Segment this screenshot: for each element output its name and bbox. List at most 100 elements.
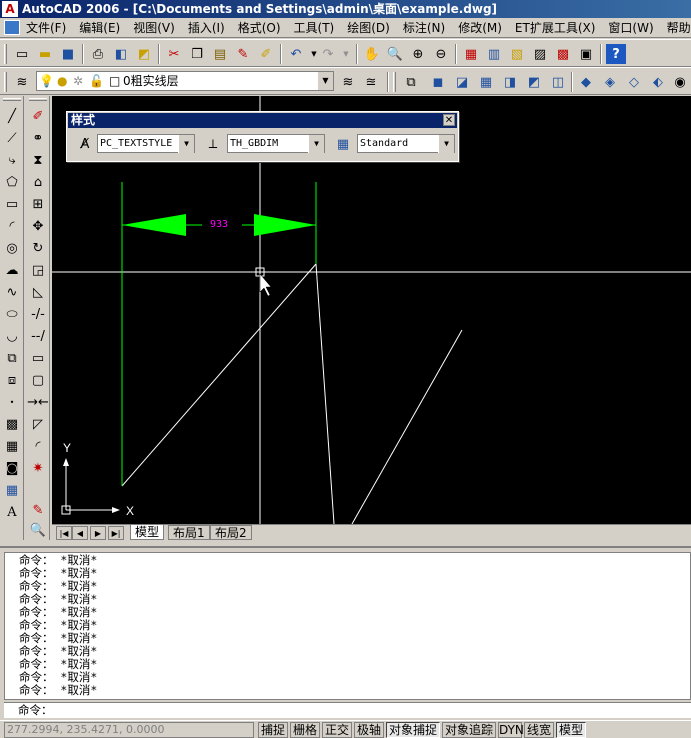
top-view-icon[interactable]: ◼ [428, 72, 448, 92]
print-icon[interactable]: ⎙ [88, 44, 108, 64]
match-properties-icon[interactable]: ✎ [233, 44, 253, 64]
scale-icon[interactable]: ◲ [28, 260, 48, 280]
copy-icon[interactable]: ❐ [187, 44, 207, 64]
break-at-point-icon[interactable]: ▭ [28, 348, 48, 368]
nw-isometric-icon[interactable]: ⬖ [648, 72, 668, 92]
arc-icon[interactable]: ◜ [2, 216, 22, 236]
dyn-toggle[interactable]: DYN [498, 722, 524, 738]
grid-toggle[interactable]: 栅格 [290, 722, 320, 738]
open-file-icon[interactable]: ▬ [35, 44, 55, 64]
menu-dimension[interactable]: 标注(N) [403, 18, 445, 38]
prev-tab-icon[interactable]: ◀ [72, 526, 88, 540]
dimension-text[interactable]: 933 [210, 219, 228, 230]
menu-insert[interactable]: 插入(I) [188, 18, 225, 38]
model-toggle[interactable]: 模型 [556, 722, 586, 738]
text-style-icon[interactable]: A̸ [75, 134, 95, 154]
chevron-down-icon[interactable]: ▼ [178, 135, 194, 153]
trim-icon[interactable]: -/- [28, 304, 48, 324]
make-object-layer-current-icon[interactable]: ≋ [338, 72, 358, 92]
menu-window[interactable]: 窗口(W) [608, 18, 653, 38]
osnap-toggle[interactable]: 对象捕捉 [386, 722, 440, 738]
toolbar-grip[interactable] [4, 72, 7, 92]
move-icon[interactable]: ✥ [28, 216, 48, 236]
spline-icon[interactable]: ∿ [2, 282, 22, 302]
calculator-icon[interactable]: ▣ [576, 44, 596, 64]
new-file-icon[interactable]: ▭ [12, 44, 32, 64]
array-icon[interactable]: ⊞ [28, 194, 48, 214]
circle-icon[interactable]: ◎ [2, 238, 22, 258]
block-editor-icon[interactable]: ✐ [256, 44, 276, 64]
rectangle-icon[interactable]: ▭ [2, 194, 22, 214]
table-style-icon[interactable]: ▦ [333, 134, 353, 154]
help-icon[interactable]: ? [606, 44, 626, 64]
tool-palettes-icon[interactable]: ▧ [507, 44, 527, 64]
tab-layout1[interactable]: 布局1 [168, 525, 210, 540]
zoom-window-icon[interactable]: ⊕ [408, 44, 428, 64]
sheet-set-icon[interactable]: ▨ [530, 44, 550, 64]
chevron-down-icon[interactable]: ▼ [317, 72, 333, 90]
tab-model[interactable]: 模型 [130, 525, 165, 540]
menu-tools[interactable]: 工具(T) [294, 18, 335, 38]
drawing-line[interactable] [121, 263, 317, 487]
menu-view[interactable]: 视图(V) [133, 18, 175, 38]
menu-modify[interactable]: 修改(M) [458, 18, 502, 38]
snap-toggle[interactable]: 捕捉 [258, 722, 288, 738]
mirror-icon[interactable]: ⧗ [28, 150, 48, 170]
menu-edit[interactable]: 编辑(E) [79, 18, 120, 38]
zoom-realtime-icon[interactable]: 🔍 [385, 44, 405, 64]
stretch-icon[interactable]: ◺ [28, 282, 48, 302]
menu-draw[interactable]: 绘图(D) [347, 18, 390, 38]
insert-block-icon[interactable]: ⧉ [2, 348, 22, 368]
back-view-icon[interactable]: ◫ [548, 72, 568, 92]
coordinate-display[interactable]: 277.2994, 235.4271, 0.0000 [4, 722, 254, 738]
region-icon[interactable]: ◙ [2, 458, 22, 478]
markup-icon[interactable]: ▩ [553, 44, 573, 64]
table-style-select[interactable]: Standard ▼ [357, 134, 455, 153]
toolbar-grip[interactable] [29, 98, 47, 101]
tab-layout2[interactable]: 布局2 [210, 525, 252, 540]
chevron-down-icon[interactable]: ▼ [308, 135, 324, 153]
design-center-icon[interactable]: ▥ [484, 44, 504, 64]
extend-icon[interactable]: --/ [28, 326, 48, 346]
last-tab-icon[interactable]: ▶| [108, 526, 124, 540]
command-input[interactable]: 命令： [4, 702, 691, 718]
dim-style-select[interactable]: TH_GBDIM ▼ [227, 134, 325, 153]
camera-icon[interactable]: ◉ [670, 72, 690, 92]
layer-manager-icon[interactable]: ≋ [12, 72, 32, 92]
next-tab-icon[interactable]: ▶ [90, 526, 106, 540]
join-icon[interactable]: →← [27, 392, 49, 412]
layer-thaw-icon[interactable]: ● [57, 72, 67, 90]
command-history[interactable]: 命令： *取消* 命令： *取消* 命令： *取消* 命令： *取消* 命令： … [4, 552, 691, 700]
hatch-icon[interactable]: ▩ [2, 414, 22, 434]
bottom-view-icon[interactable]: ◪ [452, 72, 472, 92]
named-views-icon[interactable]: ⧉ [401, 72, 421, 92]
dimension-arrow-left[interactable] [122, 214, 186, 236]
layer-vp-freeze-icon[interactable]: ✲ [73, 72, 83, 90]
revision-cloud-icon[interactable]: ☁ [2, 260, 22, 280]
text-style-select[interactable]: PC_TEXTSTYLE ▼ [97, 134, 195, 153]
front-view-icon[interactable]: ◩ [524, 72, 544, 92]
point-icon[interactable]: • [2, 392, 22, 412]
polyline-icon[interactable]: ⤷ [2, 150, 22, 170]
break-icon[interactable]: ▢ [28, 370, 48, 390]
pan-realtime-icon[interactable]: ✋ [362, 44, 382, 64]
gradient-icon[interactable]: ▦ [2, 436, 22, 456]
plot-preview-icon[interactable]: ◧ [111, 44, 131, 64]
rotate-icon[interactable]: ↻ [28, 238, 48, 258]
se-isometric-icon[interactable]: ◈ [600, 72, 620, 92]
close-icon[interactable]: ✕ [443, 114, 455, 126]
drawing-line[interactable] [351, 329, 463, 524]
multiline-text-icon[interactable]: A [2, 502, 22, 522]
styles-toolbar-title[interactable]: 样式 ✕ [68, 113, 457, 128]
search-icon[interactable]: 🔍 [28, 520, 48, 540]
chamfer-icon[interactable]: ◸ [28, 414, 48, 434]
publish-icon[interactable]: ◩ [134, 44, 154, 64]
paste-icon[interactable]: ▤ [210, 44, 230, 64]
drawing-line[interactable] [315, 263, 335, 524]
make-block-icon[interactable]: ⧈ [2, 370, 22, 390]
edit-tool-icon[interactable]: ✎ [28, 500, 48, 520]
toolbar-grip[interactable] [3, 98, 21, 101]
layer-color-icon[interactable]: □ [109, 72, 120, 90]
ellipse-icon[interactable]: ⬭ [2, 304, 22, 324]
fillet-icon[interactable]: ◜ [28, 436, 48, 456]
